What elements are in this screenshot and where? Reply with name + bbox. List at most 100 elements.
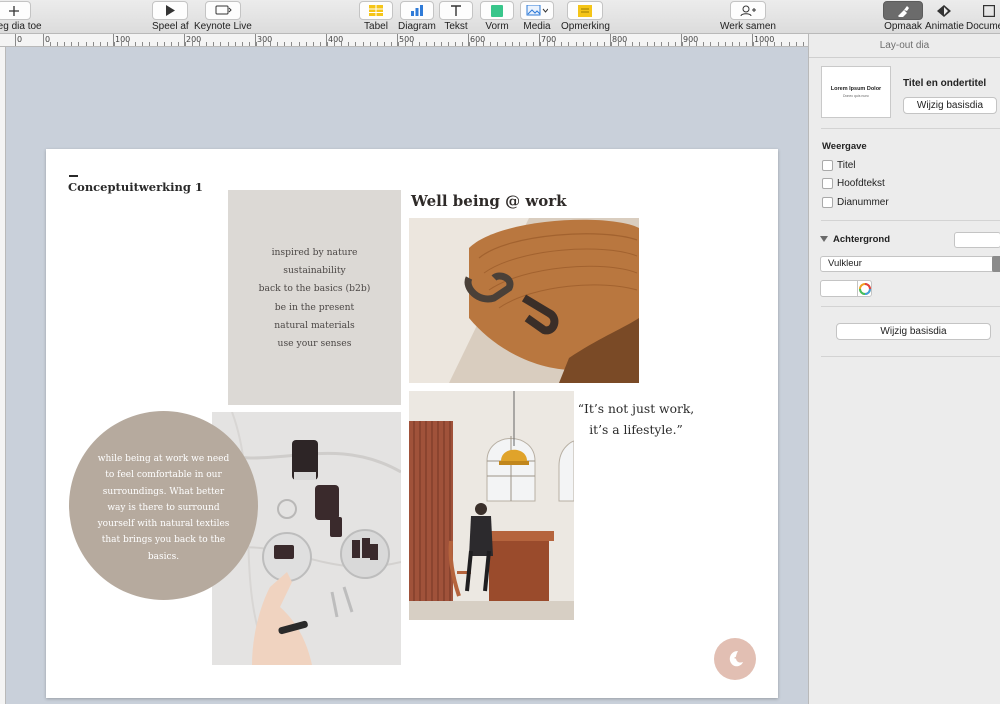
ruler-minor-tick xyxy=(71,42,72,46)
moon-leaf-logo-icon[interactable] xyxy=(714,638,756,680)
ruler-minor-tick xyxy=(178,42,179,46)
ruler-minor-tick xyxy=(781,42,782,46)
comment-label: Opmerking xyxy=(561,21,610,32)
quote[interactable]: “It’s not just work, it’s a lifestyle.” xyxy=(566,399,706,441)
animate-label: Animatie xyxy=(925,21,964,32)
keyword-list: inspired by nature sustainability back t… xyxy=(228,244,401,353)
ruler-minor-tick xyxy=(561,42,562,46)
title-checkbox-label: Titel xyxy=(837,160,856,171)
office-photo[interactable] xyxy=(409,391,574,620)
ruler-minor-tick xyxy=(405,42,406,46)
collaborate-button[interactable]: Werk samen xyxy=(720,1,776,32)
background-preset-field[interactable] xyxy=(954,232,1000,248)
keynote-live-button[interactable]: Keynote Live xyxy=(194,1,252,32)
ruler-minor-tick xyxy=(597,42,598,46)
slide-number-checkbox-row[interactable]: Dianummer xyxy=(822,197,889,208)
divider xyxy=(821,220,1000,221)
play-icon xyxy=(152,1,189,20)
table-button[interactable]: Tabel xyxy=(359,1,393,32)
ruler-minor-tick xyxy=(647,42,648,46)
ruler-minor-tick xyxy=(554,42,555,46)
media-icon xyxy=(520,1,554,20)
chart-label: Diagram xyxy=(398,21,436,32)
description-circle[interactable]: while being at work we need to feel comf… xyxy=(69,411,258,600)
layout-thumbnail[interactable]: Lorem Ipsum Dolor Donec quis nunc xyxy=(821,66,891,118)
keyword-item: use your senses xyxy=(277,338,352,350)
ruler-minor-tick xyxy=(654,42,655,46)
ruler-minor-tick xyxy=(299,42,300,46)
ruler-minor-tick xyxy=(753,42,754,46)
ruler-minor-tick xyxy=(114,42,115,46)
thumbnail-subtitle: Donec quis nunc xyxy=(842,94,870,98)
ruler-minor-tick xyxy=(767,42,768,46)
select-stepper-icon[interactable] xyxy=(992,256,1000,272)
ruler-minor-tick xyxy=(249,42,250,46)
ruler-label: 0 xyxy=(17,35,23,44)
fill-type-select[interactable]: Vulkleur xyxy=(820,256,1000,272)
ruler-minor-tick xyxy=(142,42,143,46)
media-button[interactable]: Media xyxy=(520,1,554,32)
comment-button[interactable]: Opmerking xyxy=(561,1,610,32)
ruler-minor-tick xyxy=(370,42,371,46)
play-button[interactable]: Speel af xyxy=(152,1,189,32)
ruler-label: 1000 xyxy=(754,35,775,44)
ruler-minor-tick xyxy=(590,42,591,46)
color-wheel-icon[interactable] xyxy=(857,281,872,296)
divider xyxy=(821,356,1000,357)
ruler-minor-tick xyxy=(50,42,51,46)
ruler-minor-tick xyxy=(206,42,207,46)
add-slide-button[interactable]: Voeg dia toe xyxy=(0,1,42,32)
text-button[interactable]: Tekst xyxy=(439,1,473,32)
concept-title[interactable]: Conceptuitwerking 1 xyxy=(68,180,203,194)
shape-button[interactable]: Vorm xyxy=(480,1,514,32)
wooden-hooks-photo[interactable] xyxy=(409,218,639,383)
ruler-minor-tick xyxy=(710,42,711,46)
ruler-minor-tick xyxy=(789,42,790,46)
media-label: Media xyxy=(523,21,551,32)
ruler-minor-tick xyxy=(78,42,79,46)
horizontal-ruler: 0 0 100 200 300 400 500 600 700 800 900 1000 xyxy=(0,34,808,47)
ruler-minor-tick xyxy=(448,42,449,46)
ruler-minor-tick xyxy=(86,42,87,46)
disclosure-triangle-icon[interactable] xyxy=(820,236,828,242)
ruler-minor-tick xyxy=(171,42,172,46)
ruler-minor-tick xyxy=(341,42,342,46)
chart-button[interactable]: Diagram xyxy=(398,1,436,32)
ruler-minor-tick xyxy=(384,42,385,46)
ruler-minor-tick xyxy=(306,42,307,46)
body-checkbox-row[interactable]: Hoofdtekst xyxy=(822,178,885,189)
wellbeing-title[interactable]: Well being @ work xyxy=(411,192,567,210)
ruler-minor-tick xyxy=(220,42,221,46)
title-checkbox-row[interactable]: Titel xyxy=(822,160,856,171)
ruler-minor-tick xyxy=(703,42,704,46)
change-master-bottom-button[interactable]: Wijzig basisdia xyxy=(836,323,991,340)
change-master-button[interactable]: Wijzig basisdia xyxy=(903,97,997,114)
title-checkbox[interactable] xyxy=(822,160,833,171)
ruler-minor-tick xyxy=(604,42,605,46)
ruler-minor-tick xyxy=(199,42,200,46)
keyword-box[interactable]: inspired by nature sustainability back t… xyxy=(228,190,401,405)
keynote-live-label: Keynote Live xyxy=(194,21,252,32)
plus-icon xyxy=(0,1,31,20)
animate-button[interactable]: Animatie xyxy=(925,1,964,32)
ruler-minor-tick xyxy=(363,42,364,46)
body-checkbox[interactable] xyxy=(822,178,833,189)
ruler-minor-tick xyxy=(64,42,65,46)
slide-number-checkbox[interactable] xyxy=(822,197,833,208)
ruler-minor-tick xyxy=(256,42,257,46)
ruler-minor-tick xyxy=(505,42,506,46)
document-button[interactable]: Document xyxy=(966,1,1000,32)
thumbnail-title: Lorem Ipsum Dolor xyxy=(830,86,882,92)
keyword-item: be in the present xyxy=(274,301,355,313)
ruler-minor-tick xyxy=(661,42,662,46)
ruler-minor-tick xyxy=(270,42,271,46)
ruler-minor-tick xyxy=(57,42,58,46)
ruler-minor-tick xyxy=(398,42,399,46)
ruler-minor-tick xyxy=(377,42,378,46)
format-button[interactable]: Opmaak xyxy=(883,1,923,32)
slide[interactable]: Conceptuitwerking 1 inspired by nature s… xyxy=(46,149,778,698)
ruler-minor-tick xyxy=(718,42,719,46)
color-well[interactable] xyxy=(820,280,872,297)
ruler-minor-tick xyxy=(348,42,349,46)
ruler-minor-tick xyxy=(774,42,775,46)
